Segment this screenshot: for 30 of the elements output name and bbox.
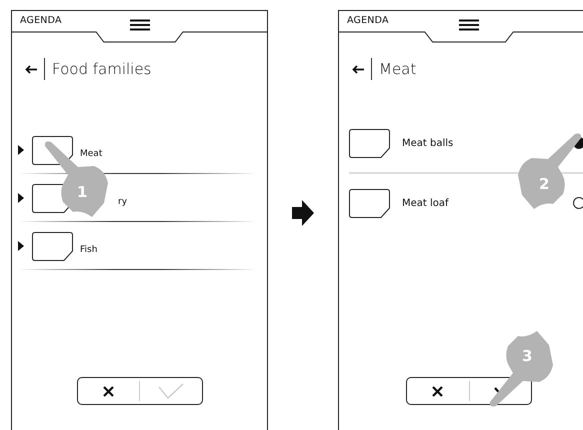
page-title: Meat xyxy=(379,60,416,78)
menu-icon[interactable] xyxy=(459,18,479,30)
thumbnail-icon xyxy=(349,188,390,218)
app-title: AGENDA xyxy=(347,15,389,26)
thumbnail-icon xyxy=(32,232,73,260)
app-title: AGENDA xyxy=(20,15,62,26)
category-label: ry xyxy=(118,196,128,207)
pointing-hand-icon xyxy=(518,134,582,209)
back-arrow-icon[interactable] xyxy=(352,64,364,74)
menu-icon[interactable] xyxy=(130,18,150,30)
category-label: Fish xyxy=(80,244,98,255)
pointing-hand-icon xyxy=(490,331,553,406)
thumbnail-icon xyxy=(349,128,390,158)
expand-triangle-icon xyxy=(18,241,24,251)
category-label: Meat xyxy=(80,148,104,159)
page-title: Food families xyxy=(52,60,152,78)
close-icon xyxy=(432,386,444,396)
expand-triangle-icon xyxy=(18,193,24,203)
option-label: Meat balls xyxy=(402,138,454,148)
pointing-hand-icon xyxy=(44,142,108,217)
step-number: 1 xyxy=(77,183,88,201)
back-arrow-icon[interactable] xyxy=(25,64,37,74)
radio-button[interactable] xyxy=(573,197,583,209)
option-label: Meat loaf xyxy=(402,198,450,208)
step-number: 3 xyxy=(522,347,532,365)
step-number: 2 xyxy=(539,175,550,193)
close-icon xyxy=(102,386,114,396)
check-icon xyxy=(158,383,184,399)
expand-triangle-icon xyxy=(18,145,24,155)
next-arrow-icon xyxy=(292,200,314,226)
